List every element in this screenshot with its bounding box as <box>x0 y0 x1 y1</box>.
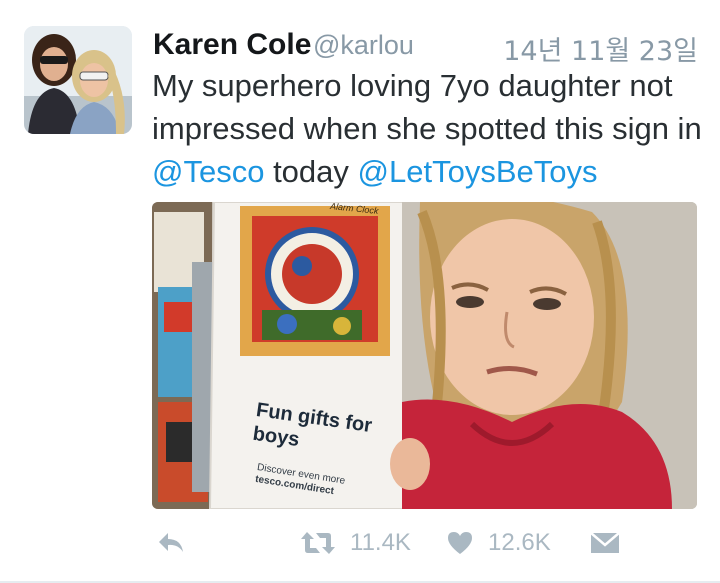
retweet-icon <box>301 532 335 554</box>
reply-icon <box>159 533 183 552</box>
avatar-photo <box>24 26 132 134</box>
tweet-photo[interactable]: Alarm Clock <box>152 202 697 509</box>
retweet-count: 11.4K <box>350 529 411 556</box>
mention-link[interactable]: @LetToysBeToys <box>358 154 598 189</box>
tweet-card: Karen Cole @karlou 14년 11월 23일 My superh… <box>0 0 720 583</box>
like-count: 12.6K <box>488 529 551 556</box>
user-handle[interactable]: @karlou <box>313 30 414 61</box>
tweet-text-segment: today <box>264 154 358 189</box>
mention-link[interactable]: @Tesco <box>152 154 264 189</box>
heart-icon <box>448 532 472 554</box>
avatar[interactable] <box>24 26 132 134</box>
tweet-header: Karen Cole @karlou 14년 11월 23일 <box>153 24 698 67</box>
reply-button[interactable] <box>156 523 186 563</box>
tweet-actions: 11.4K 12.6K <box>152 523 622 563</box>
tweet-text: My superhero loving 7yo daughter not imp… <box>152 64 707 193</box>
envelope-icon <box>590 532 620 553</box>
display-name[interactable]: Karen Cole <box>153 28 311 62</box>
timestamp[interactable]: 14년 11월 23일 <box>503 29 698 68</box>
direct-message-button[interactable] <box>590 523 620 563</box>
tweet-text-segment: My superhero loving 7yo daughter not imp… <box>152 68 702 146</box>
photo-illustration <box>152 202 697 509</box>
retweet-button[interactable]: 11.4K <box>300 523 411 563</box>
like-button[interactable]: 12.6K <box>446 523 551 563</box>
